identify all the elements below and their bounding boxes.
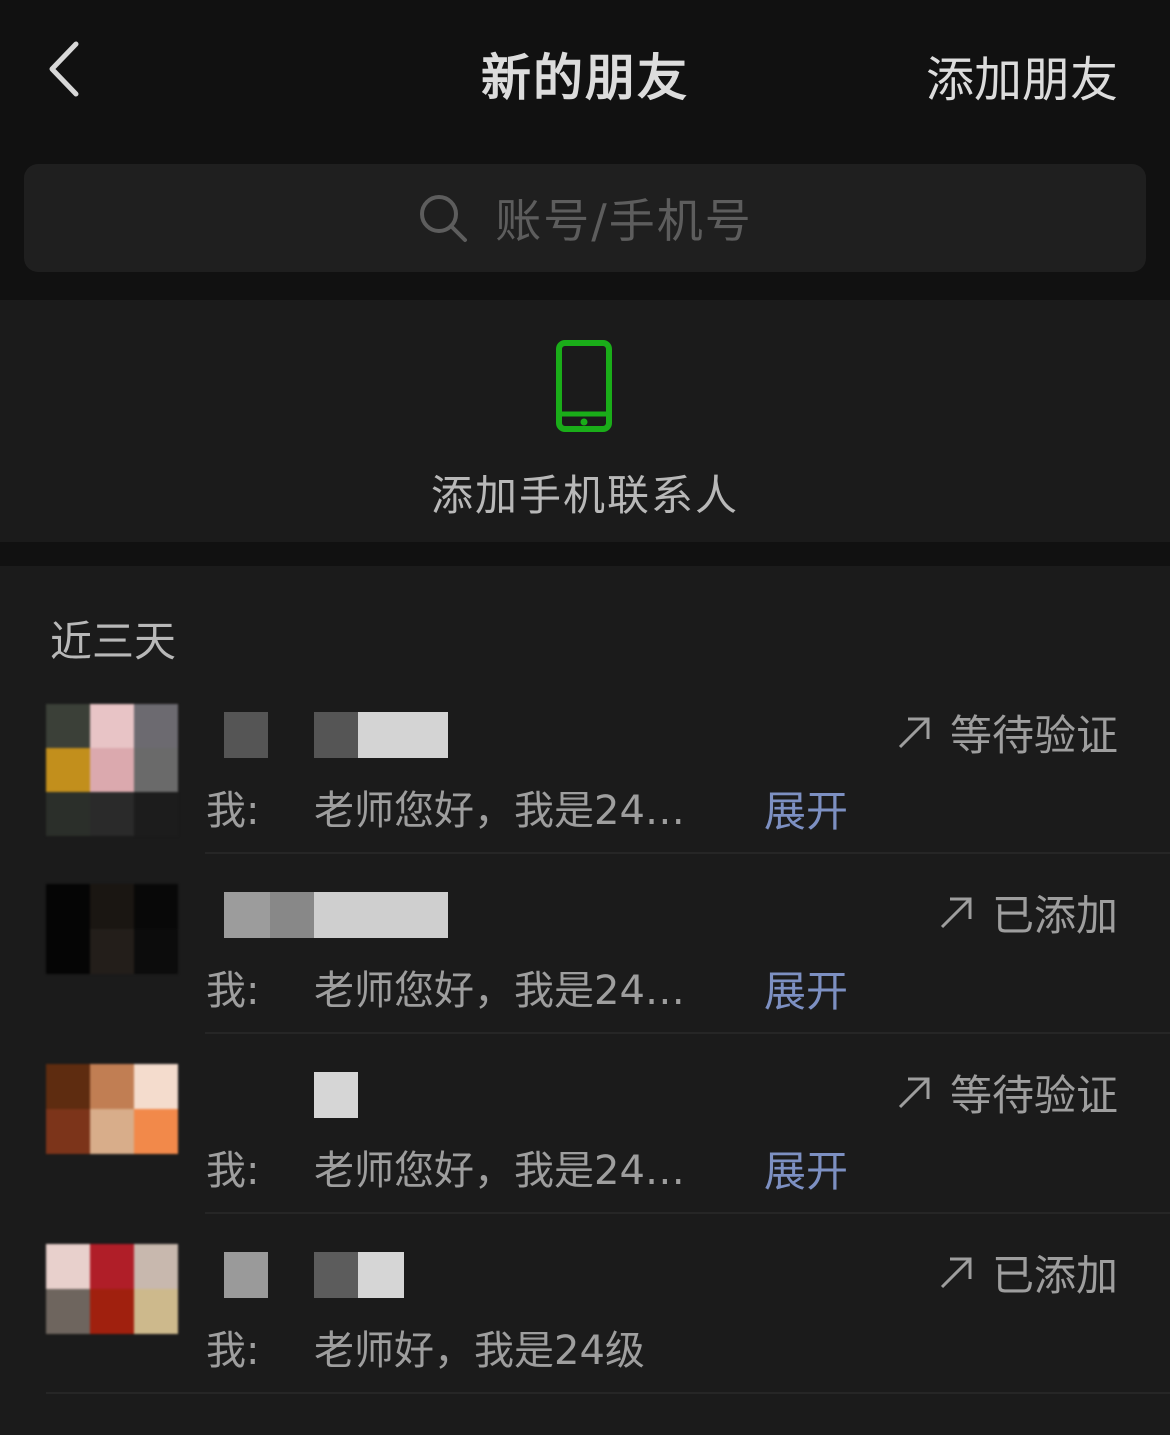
back-button[interactable]: [40, 38, 92, 100]
list-item[interactable]: 我: 老师您好，我是24… 展开 等待验证: [0, 674, 1170, 854]
add-friend-button[interactable]: 添加朋友: [926, 40, 1118, 110]
arrow-up-right-icon: [940, 1257, 972, 1288]
avatar: [46, 704, 178, 836]
avatar: [46, 884, 178, 974]
arrow-up-right-icon: [940, 897, 972, 928]
request-message: 我: 老师您好，我是24…: [206, 788, 685, 834]
chevron-left-icon: [49, 41, 79, 97]
status-label: 已添加: [938, 1242, 1118, 1303]
status-label: 已添加: [938, 882, 1118, 943]
mobile-phone-icon: [556, 340, 612, 432]
status-label: 等待验证: [896, 702, 1118, 763]
navigation-bar: 新的朋友 添加朋友: [0, 0, 1170, 140]
list-item[interactable]: 我: 老师您好，我是24… 展开 已添加: [0, 854, 1170, 1034]
status-label: 等待验证: [896, 1062, 1118, 1123]
search-input[interactable]: 账号/手机号: [24, 164, 1146, 272]
section-title: 近三天: [50, 617, 177, 666]
expand-button[interactable]: 展开: [764, 958, 848, 1019]
list-item[interactable]: 我: 老师好，我是24级 已添加: [0, 1214, 1170, 1394]
arrow-up-right-icon: [898, 1077, 930, 1108]
search-icon: [420, 195, 468, 242]
search-placeholder: 账号/手机号: [495, 194, 753, 248]
avatar: [46, 1244, 178, 1334]
add-phone-contacts-label: 添加手机联系人: [430, 471, 739, 520]
divider: [46, 1392, 1170, 1394]
avatar: [46, 1064, 178, 1154]
list-item[interactable]: 我: 老师您好，我是24… 展开 等待验证: [0, 1034, 1170, 1214]
expand-button[interactable]: 展开: [764, 778, 848, 839]
request-message: 我: 老师您好，我是24…: [206, 1148, 685, 1194]
expand-button[interactable]: 展开: [764, 1138, 848, 1199]
recent-requests-list: 近三天 我: 老师您好，我是24… 展开 等待验证 我: 老师您好，我是24… …: [0, 566, 1170, 1435]
request-message: 我: 老师好，我是24级: [206, 1328, 645, 1374]
add-phone-contacts-button[interactable]: 添加手机联系人: [0, 300, 1170, 542]
arrow-up-right-icon: [898, 717, 930, 748]
request-message: 我: 老师您好，我是24…: [206, 968, 685, 1014]
